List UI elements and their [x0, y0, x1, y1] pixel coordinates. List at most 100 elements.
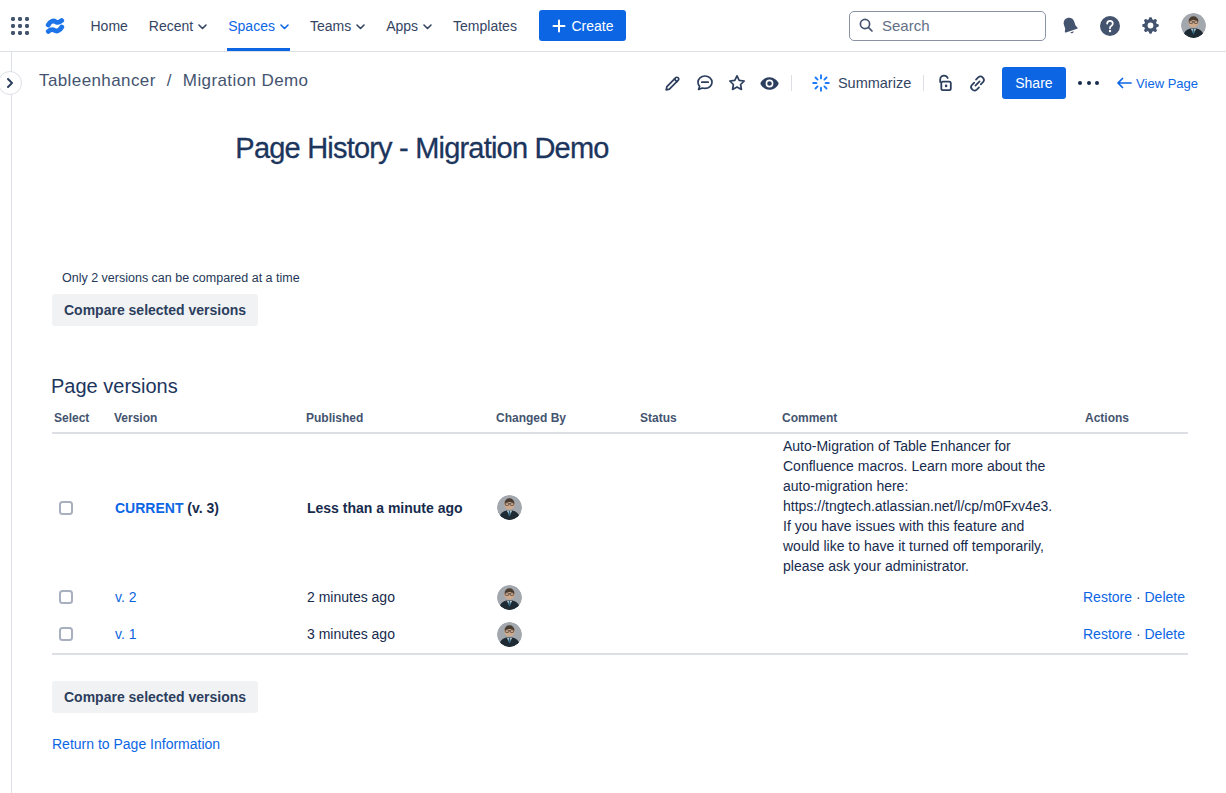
col-header-actions: Actions — [1080, 411, 1188, 433]
dot — [1078, 81, 1082, 85]
col-header-comment: Comment — [780, 411, 1080, 433]
published-cell: Less than a minute ago — [304, 433, 494, 579]
page-versions-heading: Page versions — [51, 375, 1226, 398]
more-actions-button[interactable] — [1078, 67, 1100, 99]
grid-dot — [11, 31, 15, 35]
changed-by-cell — [494, 433, 638, 579]
bell-icon — [1059, 15, 1081, 37]
status-cell — [638, 579, 780, 616]
star-icon — [727, 73, 747, 93]
delete-link[interactable]: Delete — [1144, 626, 1184, 642]
published-cell: 3 minutes ago — [304, 616, 494, 654]
status-cell — [638, 616, 780, 654]
delete-link[interactable]: Delete — [1144, 589, 1184, 605]
profile-button[interactable] — [1177, 10, 1209, 42]
view-page-link[interactable]: View Page — [1116, 76, 1198, 91]
compare-selected-versions-button[interactable]: Compare selected versions — [52, 294, 258, 326]
notifications-button[interactable] — [1054, 10, 1086, 42]
topnav-right-cluster — [849, 10, 1209, 42]
nav-item-recent[interactable]: Recent — [138, 0, 217, 51]
compare-hint: Only 2 versions can be compared at a tim… — [62, 271, 1226, 285]
select-cell — [52, 616, 112, 654]
breadcrumb-space[interactable]: Tableenhancer — [39, 71, 156, 91]
table-row: CURRENT (v. 3) Less than a minute ago — [52, 433, 1188, 579]
pencil-icon — [663, 74, 682, 93]
version-link[interactable]: CURRENT — [115, 500, 183, 516]
breadcrumb-page[interactable]: Migration Demo — [183, 71, 309, 91]
nav-item-home[interactable]: Home — [80, 0, 138, 51]
nav-item-spaces[interactable]: Spaces — [218, 0, 300, 51]
app-switcher-icon[interactable] — [11, 17, 29, 35]
user-avatar[interactable] — [497, 622, 522, 647]
help-button[interactable] — [1094, 10, 1126, 42]
sparkle-icon — [812, 74, 830, 92]
copy-link-button[interactable] — [962, 67, 995, 99]
select-cell — [52, 433, 112, 579]
select-version-checkbox[interactable] — [59, 501, 73, 515]
col-header-select: Select — [52, 411, 112, 433]
grid-dot — [18, 17, 22, 21]
user-avatar[interactable] — [497, 585, 522, 610]
edit-button[interactable] — [656, 67, 689, 99]
divider — [791, 75, 792, 91]
user-avatar — [1181, 13, 1206, 38]
restore-link[interactable]: Restore — [1083, 626, 1132, 642]
question-icon — [1099, 15, 1121, 37]
arrow-left-icon — [1116, 77, 1132, 89]
compare-selected-versions-button[interactable]: Compare selected versions — [52, 681, 258, 713]
grid-dot — [25, 31, 29, 35]
favourite-button[interactable] — [721, 67, 754, 99]
create-button[interactable]: Create — [539, 10, 626, 41]
version-number: (v. 3) — [183, 500, 219, 516]
search-input[interactable] — [882, 17, 1022, 34]
select-version-checkbox[interactable] — [59, 590, 73, 604]
page-versions-table: Select Version Published Changed By Stat… — [52, 411, 1188, 655]
breadcrumb-separator: / — [167, 71, 172, 91]
status-cell — [638, 433, 780, 579]
nav-item-label: Home — [91, 18, 128, 34]
nav-item-templates[interactable]: Templates — [443, 0, 528, 51]
comment-cell: Auto-Migration of Table Enhancer for Con… — [780, 433, 1080, 579]
version-cell: CURRENT (v. 3) — [112, 433, 304, 579]
comments-button[interactable] — [688, 67, 721, 99]
grid-dot — [11, 24, 15, 28]
user-avatar[interactable] — [497, 495, 522, 520]
table-header-row: Select Version Published Changed By Stat… — [52, 411, 1188, 433]
chevron-right-icon — [5, 78, 15, 88]
comment-cell — [780, 579, 1080, 616]
version-cell: v. 1 — [112, 616, 304, 654]
grid-dot — [25, 17, 29, 21]
actions-cell — [1080, 433, 1188, 579]
table-head: Select Version Published Changed By Stat… — [52, 411, 1188, 433]
version-link[interactable]: v. 1 — [115, 626, 137, 642]
nav-item-label: Teams — [310, 18, 351, 34]
grid-dot — [11, 17, 15, 21]
restore-link[interactable]: Restore — [1083, 589, 1132, 605]
confluence-logo-icon[interactable] — [45, 16, 65, 36]
create-button-label: Create — [571, 18, 613, 34]
col-header-version: Version — [112, 411, 304, 433]
watch-button[interactable] — [753, 67, 786, 99]
search-box[interactable] — [849, 11, 1046, 41]
return-to-page-information-link[interactable]: Return to Page Information — [52, 736, 220, 752]
page-header-row: Tableenhancer / Migration Demo — [12, 52, 1226, 114]
comment-icon — [695, 73, 715, 93]
nav-item-label: Spaces — [228, 18, 275, 34]
version-link[interactable]: v. 2 — [115, 589, 137, 605]
nav-item-apps[interactable]: Apps — [376, 0, 443, 51]
nav-item-teams[interactable]: Teams — [299, 0, 375, 51]
settings-button[interactable] — [1134, 10, 1166, 42]
search-icon — [858, 17, 875, 34]
comment-cell — [780, 616, 1080, 654]
published-cell: 2 minutes ago — [304, 579, 494, 616]
dot — [1095, 81, 1099, 85]
select-version-checkbox[interactable] — [59, 627, 73, 641]
link-icon — [967, 73, 988, 94]
chevron-down-icon — [280, 24, 289, 30]
chevron-down-icon — [356, 24, 365, 30]
share-button[interactable]: Share — [1002, 67, 1065, 99]
restrictions-button[interactable] — [929, 67, 962, 99]
table-row: v. 2 2 minutes ago — [52, 579, 1188, 616]
summarize-button[interactable]: Summarize — [797, 74, 918, 92]
nav-item-label: Apps — [386, 18, 418, 34]
